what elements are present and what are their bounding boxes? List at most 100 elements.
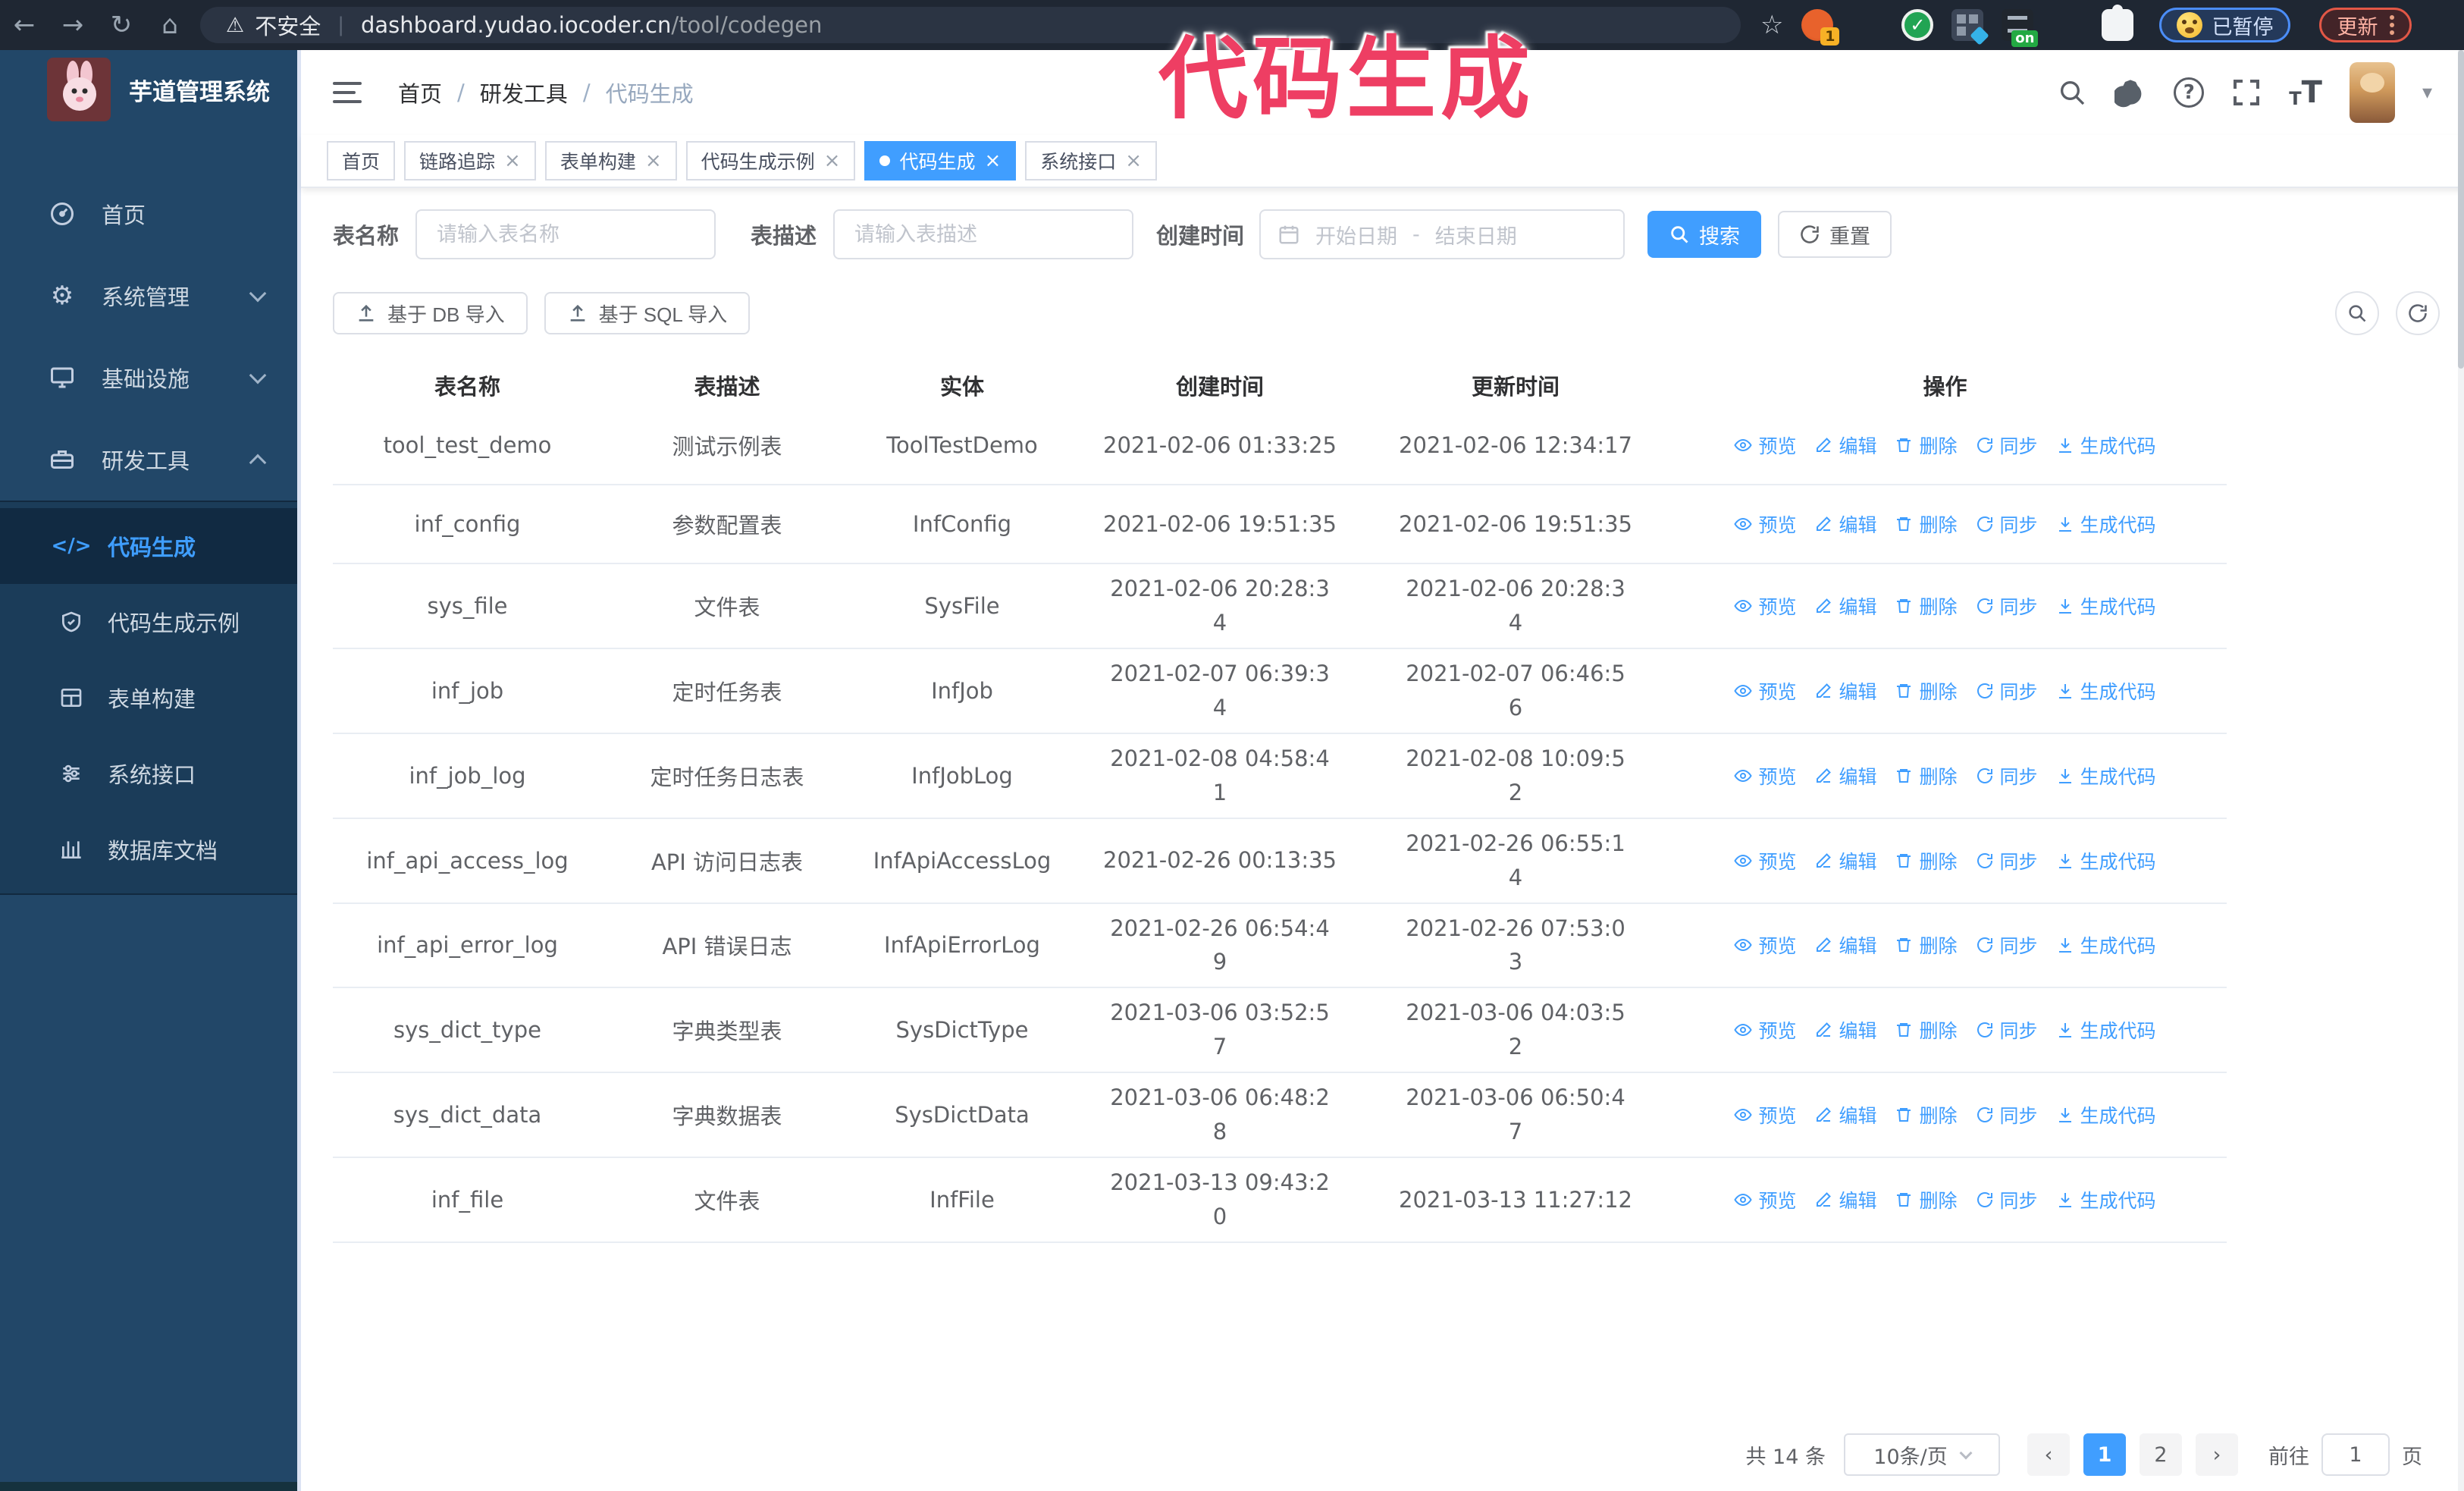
reset-button[interactable]: 重置 bbox=[1778, 211, 1892, 258]
generate-code-link[interactable]: 生成代码 bbox=[2056, 1186, 2156, 1213]
tab-home[interactable]: 首页 bbox=[327, 141, 396, 180]
delete-link[interactable]: 删除 bbox=[1895, 1101, 1958, 1128]
sql-import-button[interactable]: 基于 SQL 导入 bbox=[544, 292, 751, 334]
caret-down-icon[interactable]: ▾ bbox=[2422, 81, 2432, 104]
tab-tracing[interactable]: 链路追踪 × bbox=[404, 141, 536, 180]
browser-forward-icon[interactable]: → bbox=[49, 0, 97, 50]
delete-link[interactable]: 删除 bbox=[1895, 762, 1958, 789]
edit-link[interactable]: 编辑 bbox=[1814, 432, 1876, 459]
edit-link[interactable]: 编辑 bbox=[1814, 1186, 1876, 1213]
sidebar-item-db-doc[interactable]: 数据库文档 bbox=[0, 811, 297, 887]
avatar[interactable] bbox=[2349, 62, 2395, 123]
close-icon[interactable]: × bbox=[504, 151, 521, 171]
hamburger-icon[interactable] bbox=[333, 82, 362, 103]
sync-link[interactable]: 同步 bbox=[1976, 762, 2038, 789]
help-icon[interactable]: ? bbox=[2174, 77, 2205, 108]
sync-link[interactable]: 同步 bbox=[1976, 510, 2038, 538]
preview-link[interactable]: 预览 bbox=[1734, 931, 1796, 959]
sync-link[interactable]: 同步 bbox=[1976, 847, 2038, 874]
edit-link[interactable]: 编辑 bbox=[1814, 1101, 1876, 1128]
kebab-menu-icon[interactable] bbox=[2390, 15, 2395, 35]
generate-code-link[interactable]: 生成代码 bbox=[2056, 432, 2156, 459]
generate-code-link[interactable]: 生成代码 bbox=[2056, 510, 2156, 538]
browser-home-icon[interactable]: ⌂ bbox=[146, 0, 194, 50]
sync-link[interactable]: 同步 bbox=[1976, 931, 2038, 959]
close-icon[interactable]: × bbox=[645, 151, 662, 171]
edit-link[interactable]: 编辑 bbox=[1814, 510, 1876, 538]
edit-link[interactable]: 编辑 bbox=[1814, 931, 1876, 959]
table-name-input[interactable] bbox=[415, 209, 716, 259]
sidebar-item-form-builder[interactable]: 表单构建 bbox=[0, 660, 297, 736]
delete-link[interactable]: 删除 bbox=[1895, 677, 1958, 705]
browser-update-chip[interactable]: 更新 bbox=[2319, 8, 2412, 42]
generate-code-link[interactable]: 生成代码 bbox=[2056, 592, 2156, 620]
preview-link[interactable]: 预览 bbox=[1734, 1016, 1796, 1044]
puzzle-extension-icon[interactable] bbox=[2102, 5, 2134, 41]
search-icon[interactable] bbox=[2057, 77, 2087, 108]
prev-page-button[interactable]: ‹ bbox=[2027, 1433, 2070, 1476]
sync-link[interactable]: 同步 bbox=[1976, 432, 2038, 459]
breadcrumb-home[interactable]: 首页 bbox=[398, 77, 442, 108]
toggle-search-button[interactable] bbox=[2335, 291, 2379, 335]
extension-orange-icon[interactable]: 1 bbox=[1801, 9, 1840, 46]
preview-link[interactable]: 预览 bbox=[1734, 847, 1796, 874]
sync-link[interactable]: 同步 bbox=[1976, 1016, 2038, 1044]
tab-codegen-example[interactable]: 代码生成示例 × bbox=[685, 141, 856, 180]
generate-code-link[interactable]: 生成代码 bbox=[2056, 1101, 2156, 1128]
edit-link[interactable]: 编辑 bbox=[1814, 1016, 1876, 1044]
search-button[interactable]: 搜索 bbox=[1647, 211, 1762, 258]
sync-link[interactable]: 同步 bbox=[1976, 677, 2038, 705]
sidebar-item-infra[interactable]: 基础设施 bbox=[0, 337, 297, 419]
extension-on-icon[interactable]: on bbox=[2002, 9, 2039, 47]
delete-link[interactable]: 删除 bbox=[1895, 1016, 1958, 1044]
scrollbar[interactable] bbox=[2458, 50, 2464, 1491]
preview-link[interactable]: 预览 bbox=[1734, 677, 1796, 705]
tab-form-builder[interactable]: 表单构建 × bbox=[544, 141, 677, 180]
preview-link[interactable]: 预览 bbox=[1734, 1101, 1796, 1128]
close-icon[interactable]: × bbox=[984, 151, 1001, 171]
delete-link[interactable]: 删除 bbox=[1895, 847, 1958, 874]
table-desc-input[interactable] bbox=[833, 209, 1134, 259]
edit-link[interactable]: 编辑 bbox=[1814, 847, 1876, 874]
breadcrumb-devtools[interactable]: 研发工具 bbox=[480, 77, 568, 108]
delete-link[interactable]: 删除 bbox=[1895, 592, 1958, 620]
fullscreen-icon[interactable] bbox=[2231, 77, 2262, 108]
delete-link[interactable]: 删除 bbox=[1895, 432, 1958, 459]
page-button-2[interactable]: 2 bbox=[2140, 1433, 2182, 1476]
logo-row[interactable]: 芋道管理系统 bbox=[0, 50, 297, 129]
sync-link[interactable]: 同步 bbox=[1976, 1101, 2038, 1128]
profile-paused-chip[interactable]: 已暂停 bbox=[2159, 8, 2291, 42]
extension-person-icon[interactable] bbox=[2052, 9, 2083, 41]
close-icon[interactable]: × bbox=[824, 151, 841, 171]
db-import-button[interactable]: 基于 DB 导入 bbox=[333, 292, 528, 334]
generate-code-link[interactable]: 生成代码 bbox=[2056, 677, 2156, 705]
sidebar-item-home[interactable]: 首页 bbox=[0, 173, 297, 255]
font-size-icon[interactable]: TT bbox=[2289, 77, 2322, 108]
next-page-button[interactable]: › bbox=[2196, 1433, 2238, 1476]
sync-link[interactable]: 同步 bbox=[1976, 592, 2038, 620]
refresh-table-button[interactable] bbox=[2396, 291, 2440, 335]
sidebar-item-devtools[interactable]: 研发工具 bbox=[0, 419, 297, 501]
preview-link[interactable]: 预览 bbox=[1734, 1186, 1796, 1213]
tab-system-api[interactable]: 系统接口 × bbox=[1025, 141, 1158, 180]
generate-code-link[interactable]: 生成代码 bbox=[2056, 847, 2156, 874]
bookmark-star-icon[interactable]: ☆ bbox=[1760, 10, 1783, 40]
sidebar-item-system[interactable]: ⚙ 系统管理 bbox=[0, 255, 297, 337]
sidebar-item-codegen-example[interactable]: 代码生成示例 bbox=[0, 584, 297, 660]
generate-code-link[interactable]: 生成代码 bbox=[2056, 762, 2156, 789]
delete-link[interactable]: 删除 bbox=[1895, 931, 1958, 959]
edit-link[interactable]: 编辑 bbox=[1814, 592, 1876, 620]
sidebar-item-system-api[interactable]: 系统接口 bbox=[0, 736, 297, 811]
date-range-picker[interactable]: 开始日期 - 结束日期 bbox=[1259, 209, 1625, 259]
extension-grid-icon[interactable] bbox=[1951, 9, 1990, 46]
close-icon[interactable]: × bbox=[1125, 151, 1142, 171]
edit-link[interactable]: 编辑 bbox=[1814, 677, 1876, 705]
browser-reload-icon[interactable]: ↻ bbox=[97, 0, 146, 50]
generate-code-link[interactable]: 生成代码 bbox=[2056, 1016, 2156, 1044]
sidebar-item-codegen[interactable]: </> 代码生成 bbox=[0, 508, 297, 584]
preview-link[interactable]: 预览 bbox=[1734, 762, 1796, 789]
sync-link[interactable]: 同步 bbox=[1976, 1186, 2038, 1213]
preview-link[interactable]: 预览 bbox=[1734, 432, 1796, 459]
github-icon[interactable] bbox=[2114, 77, 2146, 108]
preview-link[interactable]: 预览 bbox=[1734, 592, 1796, 620]
